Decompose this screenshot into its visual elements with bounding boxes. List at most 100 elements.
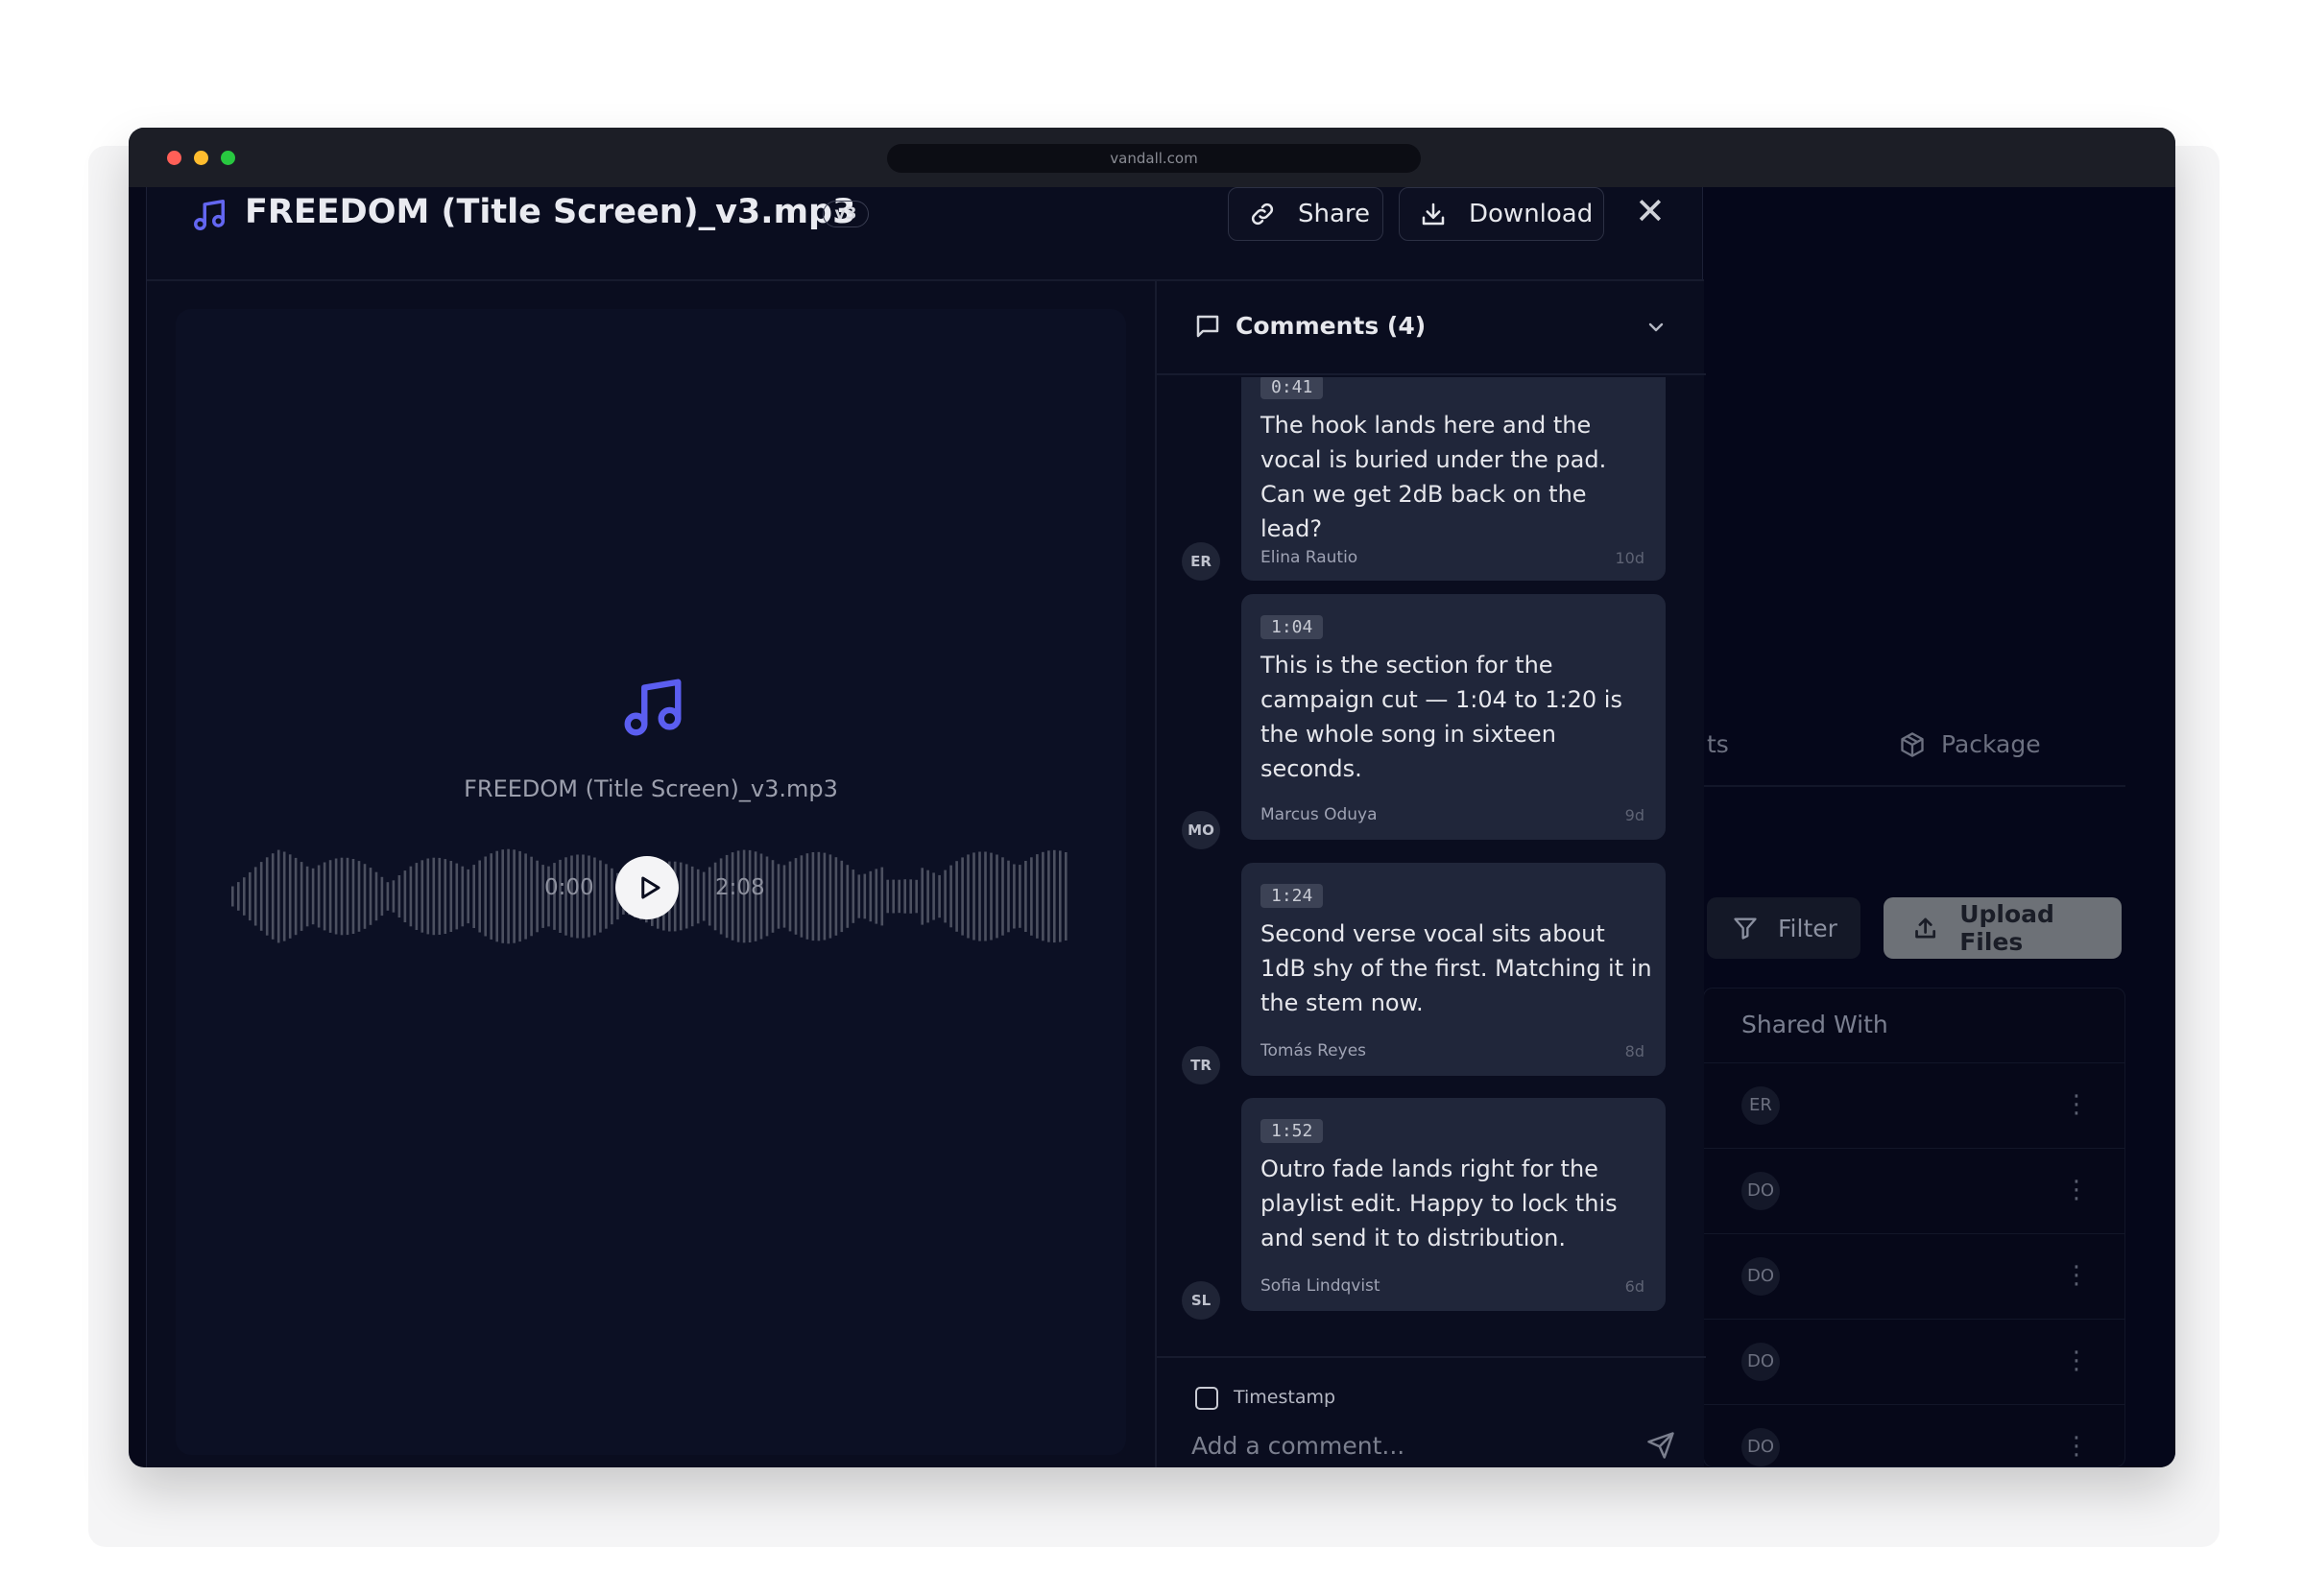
- filter-button[interactable]: Filter: [1707, 897, 1860, 959]
- waveform-bar: [611, 868, 613, 925]
- comment-text: Outro fade lands right for the playlist …: [1260, 1155, 1618, 1251]
- comment-text: The hook lands here and the vocal is bur…: [1260, 412, 1607, 542]
- waveform-bar: [1059, 850, 1062, 942]
- share-button[interactable]: Share: [1228, 187, 1383, 241]
- waveform-bar: [271, 853, 275, 940]
- comment-composer: Timestamp: [1157, 1356, 1706, 1467]
- waveform-bar: [351, 859, 355, 934]
- waveform-bar: [294, 857, 298, 936]
- waveform-bar: [823, 852, 827, 941]
- comment-card[interactable]: 0:41 The hook lands here and the vocal i…: [1241, 377, 1666, 581]
- waveform-bar: [679, 862, 683, 931]
- download-button[interactable]: Download: [1399, 187, 1604, 241]
- package-icon: [1901, 731, 1924, 757]
- waveform-bar: [846, 865, 850, 928]
- play-button[interactable]: [615, 856, 679, 919]
- waveform-bar: [886, 879, 889, 914]
- more-options-icon[interactable]: ⋮: [2064, 1178, 2089, 1203]
- tab-partial[interactable]: ts: [1707, 730, 1729, 758]
- tab-package[interactable]: Package: [1899, 730, 2041, 758]
- waveform-bar: [967, 854, 970, 939]
- filter-label: Filter: [1778, 914, 1837, 942]
- waveform-bar: [495, 850, 498, 942]
- close-window-dot[interactable]: [167, 151, 181, 165]
- audio-player: FREEDOM (Title Screen)_v3.mp3 0:00 2:08: [176, 309, 1126, 1455]
- more-options-icon[interactable]: ⋮: [2064, 1348, 2089, 1373]
- waveform-bar: [1065, 852, 1068, 941]
- waveform-bar: [1042, 851, 1044, 941]
- more-options-icon[interactable]: ⋮: [2064, 1263, 2089, 1288]
- address-bar[interactable]: vandall.com: [887, 144, 1421, 173]
- waveform-bar: [501, 849, 504, 943]
- waveform-bar: [1007, 860, 1010, 933]
- waveform-bar: [955, 861, 958, 932]
- waveform-bar: [518, 850, 521, 942]
- waveform-bar: [805, 853, 809, 940]
- comments-title: Comments (4): [1236, 312, 1427, 340]
- waveform-bar: [461, 866, 465, 927]
- waveform-bar: [231, 886, 234, 907]
- waveform-bar: [311, 868, 315, 925]
- comment-card[interactable]: 1:24 Second verse vocal sits about 1dB s…: [1241, 863, 1666, 1076]
- comment-timestamp[interactable]: 1:24: [1260, 884, 1324, 908]
- waveform-bar: [490, 853, 492, 940]
- play-icon: [641, 876, 660, 899]
- waveform-bar: [420, 860, 424, 933]
- table-row[interactable]: DO ⋮: [1703, 1404, 2125, 1467]
- waveform-bar: [478, 860, 481, 933]
- waveform-bar: [513, 849, 516, 943]
- waveform-bar: [961, 857, 964, 936]
- comment-author: Tomás Reyes: [1260, 1041, 1367, 1060]
- waveform-bar: [875, 869, 878, 924]
- send-icon[interactable]: [1646, 1431, 1675, 1460]
- comment-timestamp[interactable]: 1:52: [1260, 1119, 1324, 1143]
- maximize-window-dot[interactable]: [221, 151, 235, 165]
- waveform-bar: [828, 854, 832, 939]
- waveform-bar: [903, 879, 906, 914]
- upload-icon: [1915, 917, 1936, 939]
- waveform-bar: [438, 857, 442, 935]
- more-options-icon[interactable]: ⋮: [2064, 1434, 2089, 1459]
- music-note-icon: [624, 679, 682, 736]
- minimize-window-dot[interactable]: [194, 151, 208, 165]
- modal-title: FREEDOM (Title Screen)_v3.mp3: [245, 193, 856, 231]
- waveform-bar: [857, 874, 861, 918]
- table-row[interactable]: DO ⋮: [1703, 1319, 2125, 1404]
- waveform-bar: [932, 872, 935, 920]
- waveform-bar: [432, 857, 436, 936]
- waveform-bar: [817, 851, 821, 941]
- waveform-bar: [243, 877, 246, 916]
- comment-input[interactable]: [1191, 1429, 1614, 1462]
- upload-files-button[interactable]: Upload Files: [1884, 897, 2122, 959]
- waveform-bar: [863, 873, 867, 919]
- waveform-bar: [1024, 861, 1027, 932]
- comment-timestamp[interactable]: 0:41: [1260, 377, 1324, 399]
- comment-card[interactable]: 1:04 This is the section for the campaig…: [1241, 594, 1666, 840]
- comment-text: Second verse vocal sits about 1dB shy of…: [1260, 920, 1652, 1016]
- waveform-bar: [237, 882, 240, 911]
- waveform-bar: [484, 856, 487, 937]
- comments-header[interactable]: Comments (4): [1157, 281, 1706, 375]
- waveform-bar: [374, 871, 378, 921]
- waveform-bar: [449, 861, 453, 932]
- comment-text: This is the section for the campaign cut…: [1260, 652, 1622, 782]
- chevron-down-icon[interactable]: [1644, 316, 1668, 339]
- waveform-bar: [702, 871, 706, 921]
- file-preview-modal: FREEDOM (Title Screen)_v3.mp3 v3 Share D…: [146, 187, 1706, 1467]
- waveform-bar: [276, 849, 280, 943]
- close-icon[interactable]: ✕: [1635, 193, 1666, 229]
- table-row[interactable]: ER ⋮: [1703, 1062, 2125, 1148]
- waveform-bar: [392, 880, 396, 913]
- comment-age: 10d: [1615, 549, 1644, 567]
- waveform-bar: [765, 856, 769, 937]
- timestamp-checkbox[interactable]: [1195, 1387, 1218, 1410]
- table-row[interactable]: DO ⋮: [1703, 1233, 2125, 1319]
- more-options-icon[interactable]: ⋮: [2064, 1092, 2089, 1117]
- table-row[interactable]: DO ⋮: [1703, 1148, 2125, 1233]
- waveform-bar: [708, 867, 711, 926]
- waveform-bar: [949, 865, 952, 928]
- comments-list[interactable]: 0:41 The hook lands here and the vocal i…: [1157, 377, 1706, 1354]
- comment-timestamp[interactable]: 1:04: [1260, 615, 1324, 639]
- comment-card[interactable]: 1:52 Outro fade lands right for the play…: [1241, 1098, 1666, 1311]
- waveform-bar: [944, 869, 947, 923]
